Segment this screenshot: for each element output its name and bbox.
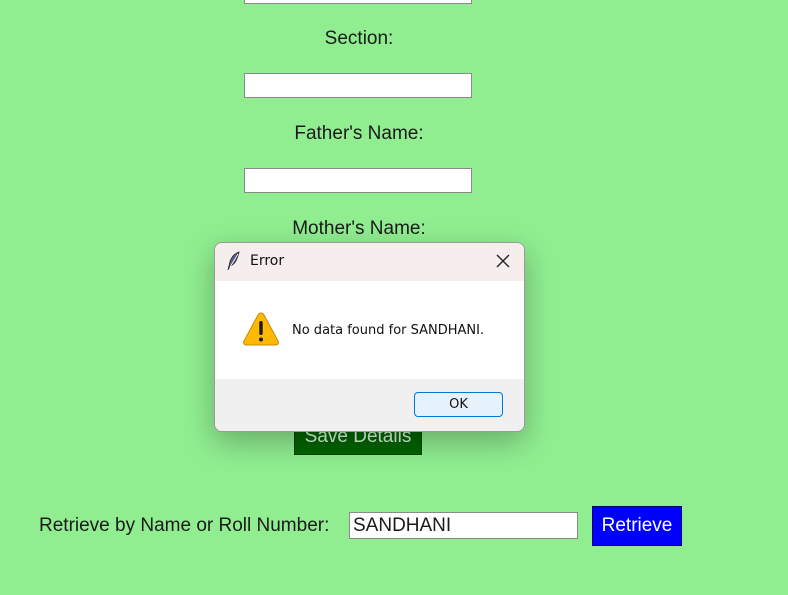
error-dialog: Error No data found for SANDHANI. OK xyxy=(214,242,525,432)
dialog-footer: OK xyxy=(215,379,524,431)
retrieve-button[interactable]: Retrieve xyxy=(592,506,682,546)
father-name-label: Father's Name: xyxy=(294,123,424,144)
father-name-input[interactable] xyxy=(244,168,472,193)
dialog-title-bar[interactable]: Error xyxy=(215,243,524,281)
mother-name-label: Mother's Name: xyxy=(292,218,426,239)
dialog-title: Error xyxy=(250,253,285,269)
dialog-message: No data found for SANDHANI. xyxy=(292,323,485,338)
warning-icon xyxy=(242,311,280,351)
dialog-body: No data found for SANDHANI. xyxy=(215,281,524,379)
ok-button[interactable]: OK xyxy=(414,392,503,417)
previous-field-input[interactable] xyxy=(244,0,472,4)
section-input[interactable] xyxy=(244,73,472,98)
retrieve-label: Retrieve by Name or Roll Number: xyxy=(39,515,330,536)
retrieve-input[interactable]: SANDHANI xyxy=(349,512,578,539)
close-icon[interactable] xyxy=(495,253,511,269)
feather-icon xyxy=(227,251,241,275)
section-label: Section: xyxy=(324,28,394,49)
